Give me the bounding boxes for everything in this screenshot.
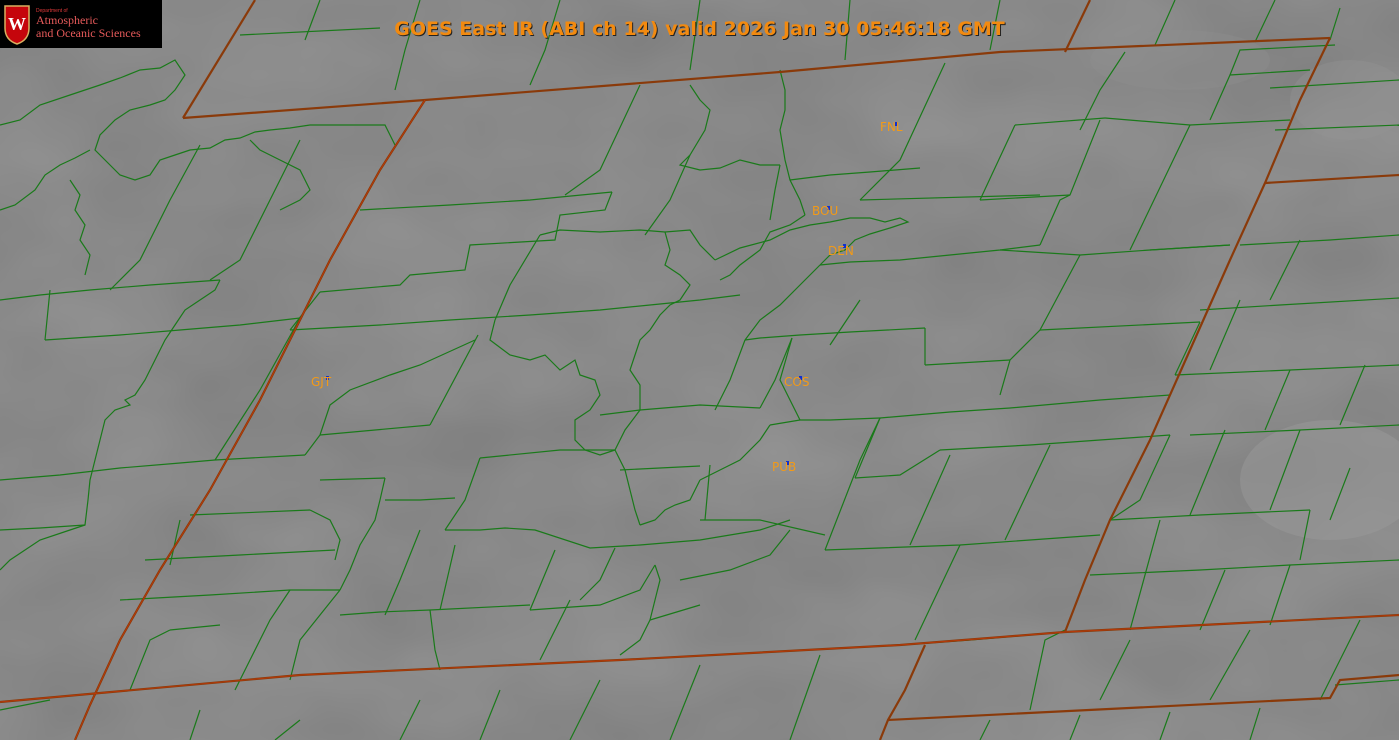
ir-cloud-texture [0, 0, 1399, 740]
station-pub[interactable]: PUB [772, 460, 796, 474]
station-label: COS [784, 375, 809, 389]
satellite-map[interactable]: FNL BOU DEN GJT COS PUB W Department of … [0, 0, 1399, 740]
station-fnl[interactable]: FNL [880, 120, 903, 134]
station-label: BOU [812, 204, 838, 218]
station-den[interactable]: DEN [828, 244, 854, 258]
station-label: PUB [772, 460, 796, 474]
map-canvas: FNL BOU DEN GJT COS PUB [0, 0, 1399, 740]
station-bou[interactable]: BOU [812, 204, 838, 218]
map-title: GOES East IR (ABI ch 14) valid 2026 Jan … [394, 18, 1005, 40]
station-cos[interactable]: COS [784, 375, 809, 389]
station-gjt[interactable]: GJT [311, 375, 332, 389]
station-label: DEN [828, 244, 854, 258]
station-label: FNL [880, 120, 903, 134]
station-label: GJT [311, 375, 332, 389]
